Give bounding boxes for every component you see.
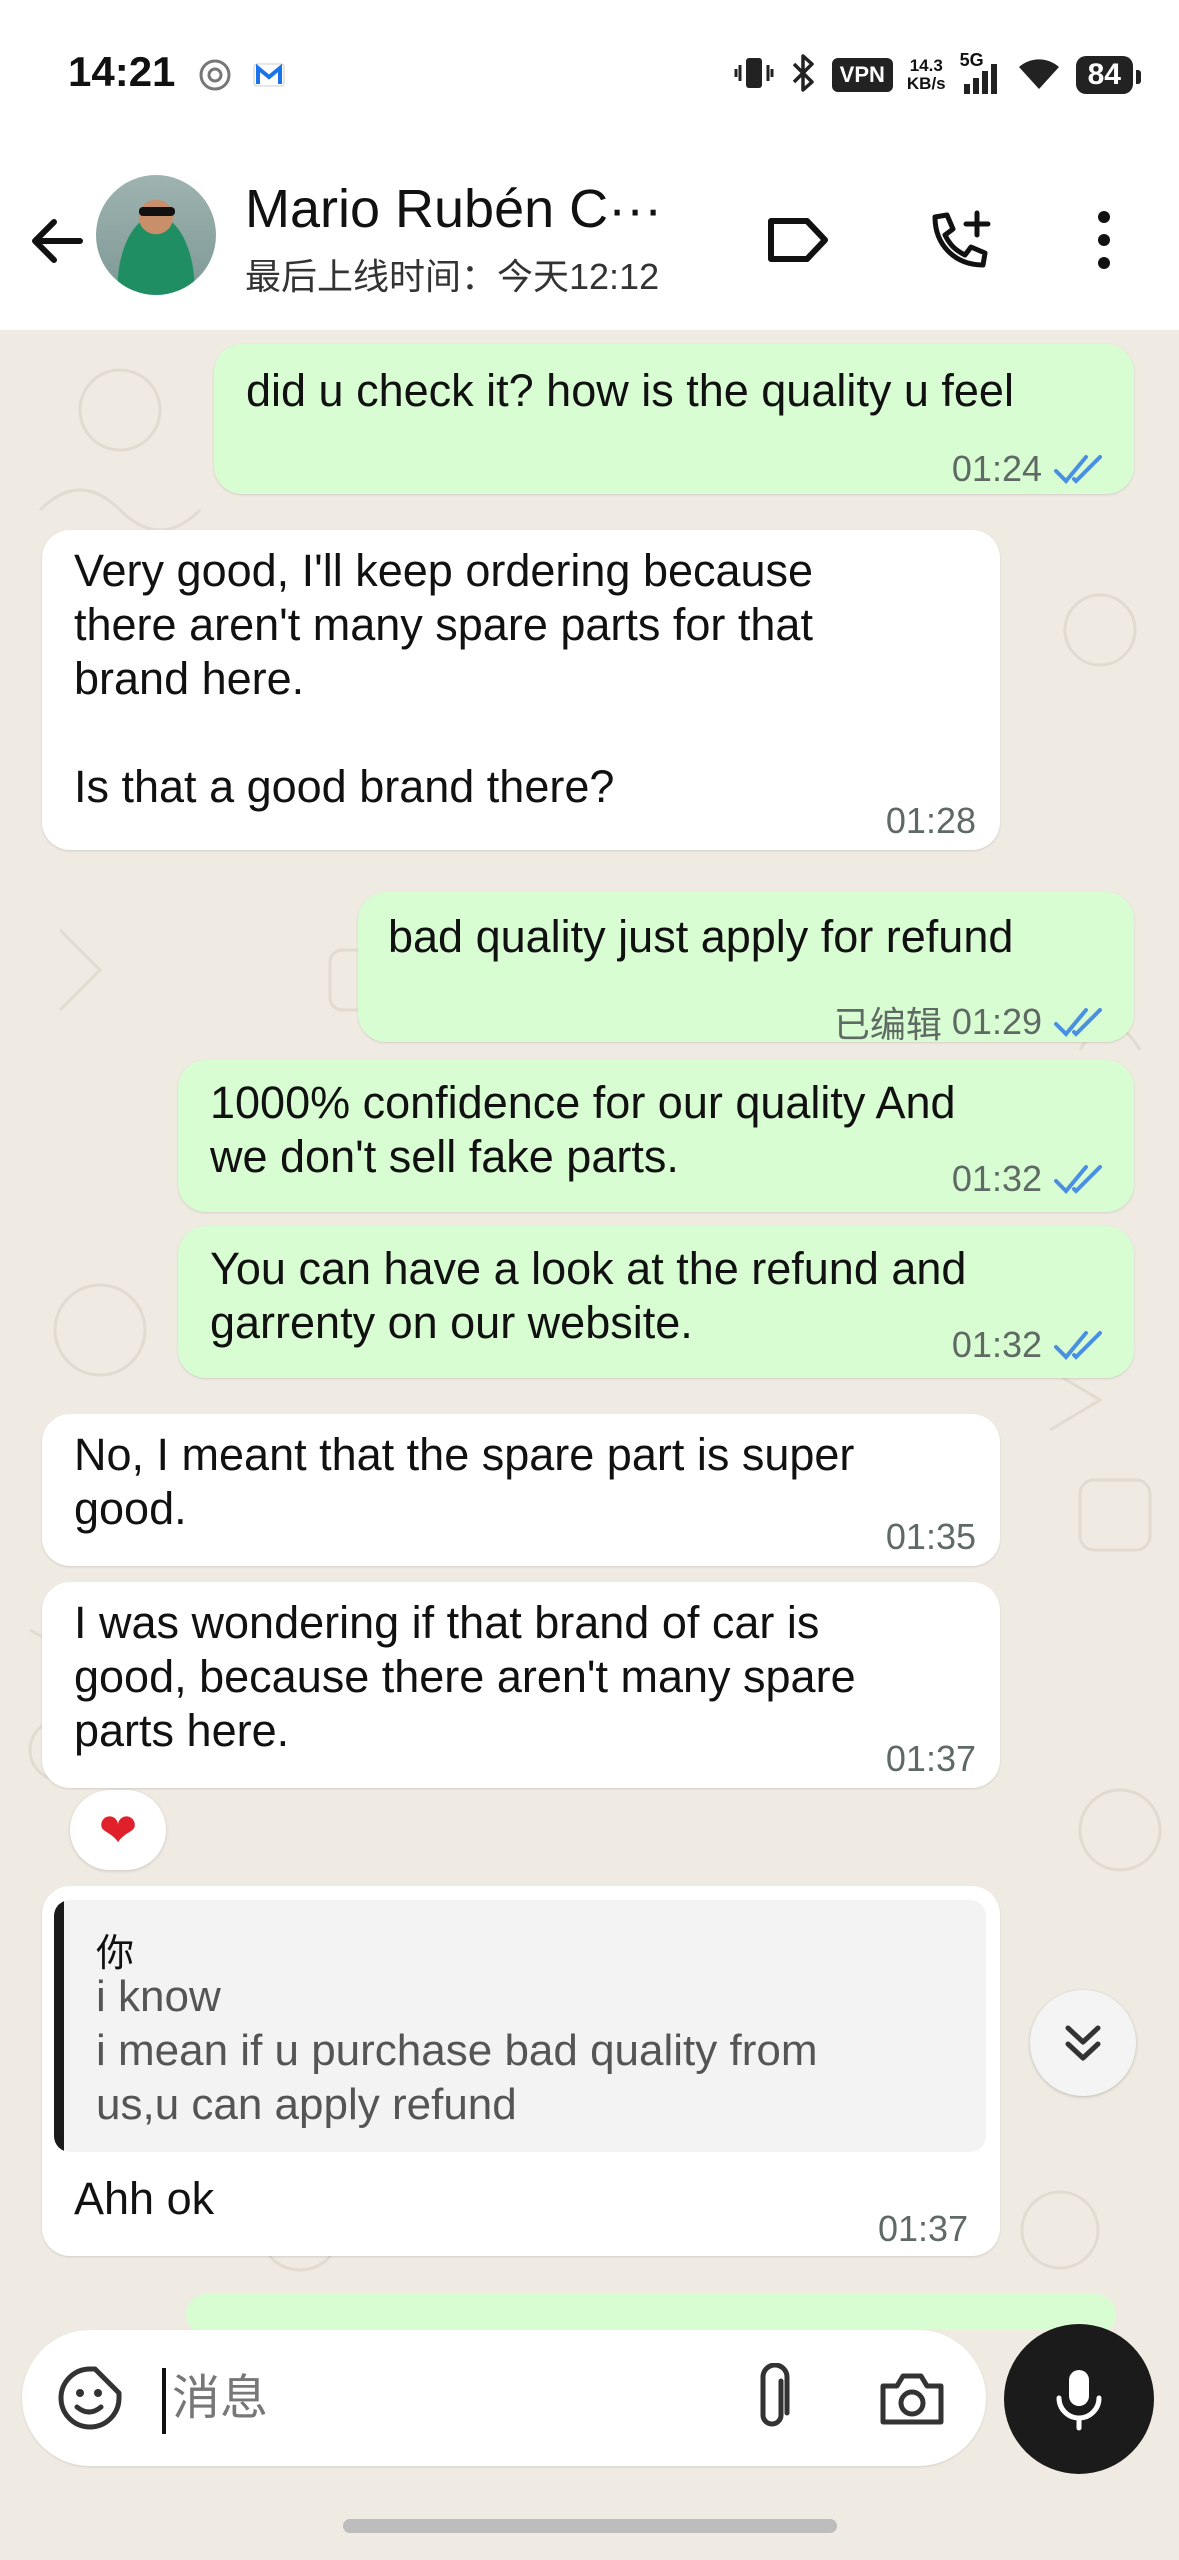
message-meta: 01:32 <box>952 1158 1106 1200</box>
back-arrow-icon <box>32 219 83 263</box>
message-composer <box>22 2330 986 2466</box>
quote-bar <box>54 1900 64 2152</box>
message-input[interactable] <box>172 2358 712 2438</box>
quoted-text: i know i mean if u purchase bad quality … <box>96 1972 818 2129</box>
scroll-to-bottom-button[interactable] <box>1030 1990 1136 2096</box>
message-bubble-incoming[interactable]: No, I meant that the spare part is super… <box>42 1414 1000 1566</box>
vibrate-icon <box>734 53 774 98</box>
status-time: 14:21 <box>68 48 176 95</box>
gmail-icon <box>252 58 286 97</box>
message-meta: 01:24 <box>952 448 1106 490</box>
label-tag-icon <box>768 218 828 262</box>
chat-header: Mario Rubén C··· 最后上线时间：今天12:12 <box>0 150 1179 330</box>
message-text: did u check it? how is the quality u fee… <box>246 365 1014 416</box>
message-meta: 01:35 <box>886 1516 976 1558</box>
read-ticks-icon <box>1054 1331 1102 1360</box>
sticker-button[interactable] <box>50 2358 130 2438</box>
camera-icon <box>880 2373 944 2425</box>
attach-icon <box>760 2363 790 2427</box>
message-text: Very good, I'll keep ordering because th… <box>74 545 814 812</box>
message-bubble-incoming[interactable]: I was wondering if that brand of car is … <box>42 1582 1000 1788</box>
message-time: 01:32 <box>951 1324 1042 1365</box>
text-cursor <box>162 2368 166 2434</box>
message-bubble-partial <box>186 2294 1116 2330</box>
message-text: You can have a look at the refund and ga… <box>210 1243 967 1348</box>
quoted-author: 你 <box>96 1933 135 1975</box>
chat-area[interactable]: did u check it? how is the quality u fee… <box>0 330 1179 2330</box>
message-time: 01:28 <box>885 800 976 841</box>
message-meta: 01:37 <box>886 1738 976 1780</box>
home-indicator[interactable] <box>343 2519 837 2533</box>
message-time: 01:24 <box>951 448 1042 489</box>
quoted-message[interactable]: 你 i know i mean if u purchase bad qualit… <box>54 1900 986 2152</box>
contact-avatar[interactable] <box>96 175 216 295</box>
message-bubble-outgoing[interactable]: bad quality just apply for refund 已编辑 01… <box>358 892 1134 1045</box>
message-text: 1000% confidence for our quality And we … <box>210 1077 956 1182</box>
back-button[interactable] <box>22 206 92 276</box>
edited-label: 已编辑 <box>833 1004 942 1045</box>
label-button[interactable] <box>758 200 838 280</box>
last-seen-status: 最后上线时间：今天12:12 <box>245 256 660 297</box>
attach-button[interactable] <box>732 2358 812 2438</box>
message-bubble-outgoing[interactable]: 1000% confidence for our quality And we … <box>178 1060 1134 1212</box>
message-bubble-outgoing[interactable]: did u check it? how is the quality u fee… <box>214 344 1134 494</box>
camera-button[interactable] <box>872 2358 952 2438</box>
message-time: 01:37 <box>878 2208 969 2249</box>
wifi-icon <box>1016 53 1062 98</box>
contact-name[interactable]: Mario Rubén C··· <box>245 178 662 240</box>
battery-indicator: 84 <box>1075 56 1142 94</box>
message-time: 01:32 <box>951 1158 1042 1199</box>
double-chevron-down-icon <box>1065 2025 1101 2061</box>
message-time: 01:29 <box>951 1001 1042 1042</box>
read-ticks-icon <box>1054 1165 1102 1194</box>
message-meta: 01:28 <box>886 800 976 842</box>
sticker-icon <box>58 2366 122 2430</box>
settings-circle-icon <box>198 58 232 97</box>
more-options-button[interactable] <box>1064 200 1144 280</box>
read-ticks-icon <box>1054 455 1102 484</box>
message-meta: 01:37 <box>878 2208 968 2250</box>
add-call-icon <box>932 210 991 268</box>
read-ticks-icon <box>1054 1008 1102 1037</box>
mic-icon <box>1056 2370 1102 2431</box>
status-icons: VPN 14.3 KB/s 5G 84 <box>734 50 1142 100</box>
message-meta: 已编辑 01:29 <box>834 996 1106 1048</box>
message-bubble-incoming[interactable]: Very good, I'll keep ordering because th… <box>42 530 1000 850</box>
vpn-badge: VPN <box>831 58 893 92</box>
network-speed: 14.3 KB/s <box>906 56 946 93</box>
bluetooth-icon <box>788 52 818 99</box>
more-vert-icon <box>1098 211 1110 269</box>
message-time: 01:35 <box>885 1516 976 1557</box>
message-bubble-outgoing[interactable]: You can have a look at the refund and ga… <box>178 1226 1134 1378</box>
message-text: Ahh ok <box>74 2173 215 2224</box>
message-text: bad quality just apply for refund <box>388 911 1014 962</box>
message-text: No, I meant that the spare part is super… <box>74 1429 855 1534</box>
voice-message-button[interactable] <box>1004 2324 1154 2474</box>
message-text: I was wondering if that brand of car is … <box>74 1597 856 1756</box>
signal-icon: 5G <box>960 50 1002 96</box>
status-bar: 14:21 VPN 14.3 KB/s 5G 84 <box>0 0 1179 150</box>
message-time: 01:37 <box>885 1738 976 1779</box>
message-meta: 01:32 <box>952 1324 1106 1366</box>
add-call-button[interactable] <box>920 200 1000 280</box>
heart-reaction[interactable]: ❤ <box>70 1790 166 1870</box>
